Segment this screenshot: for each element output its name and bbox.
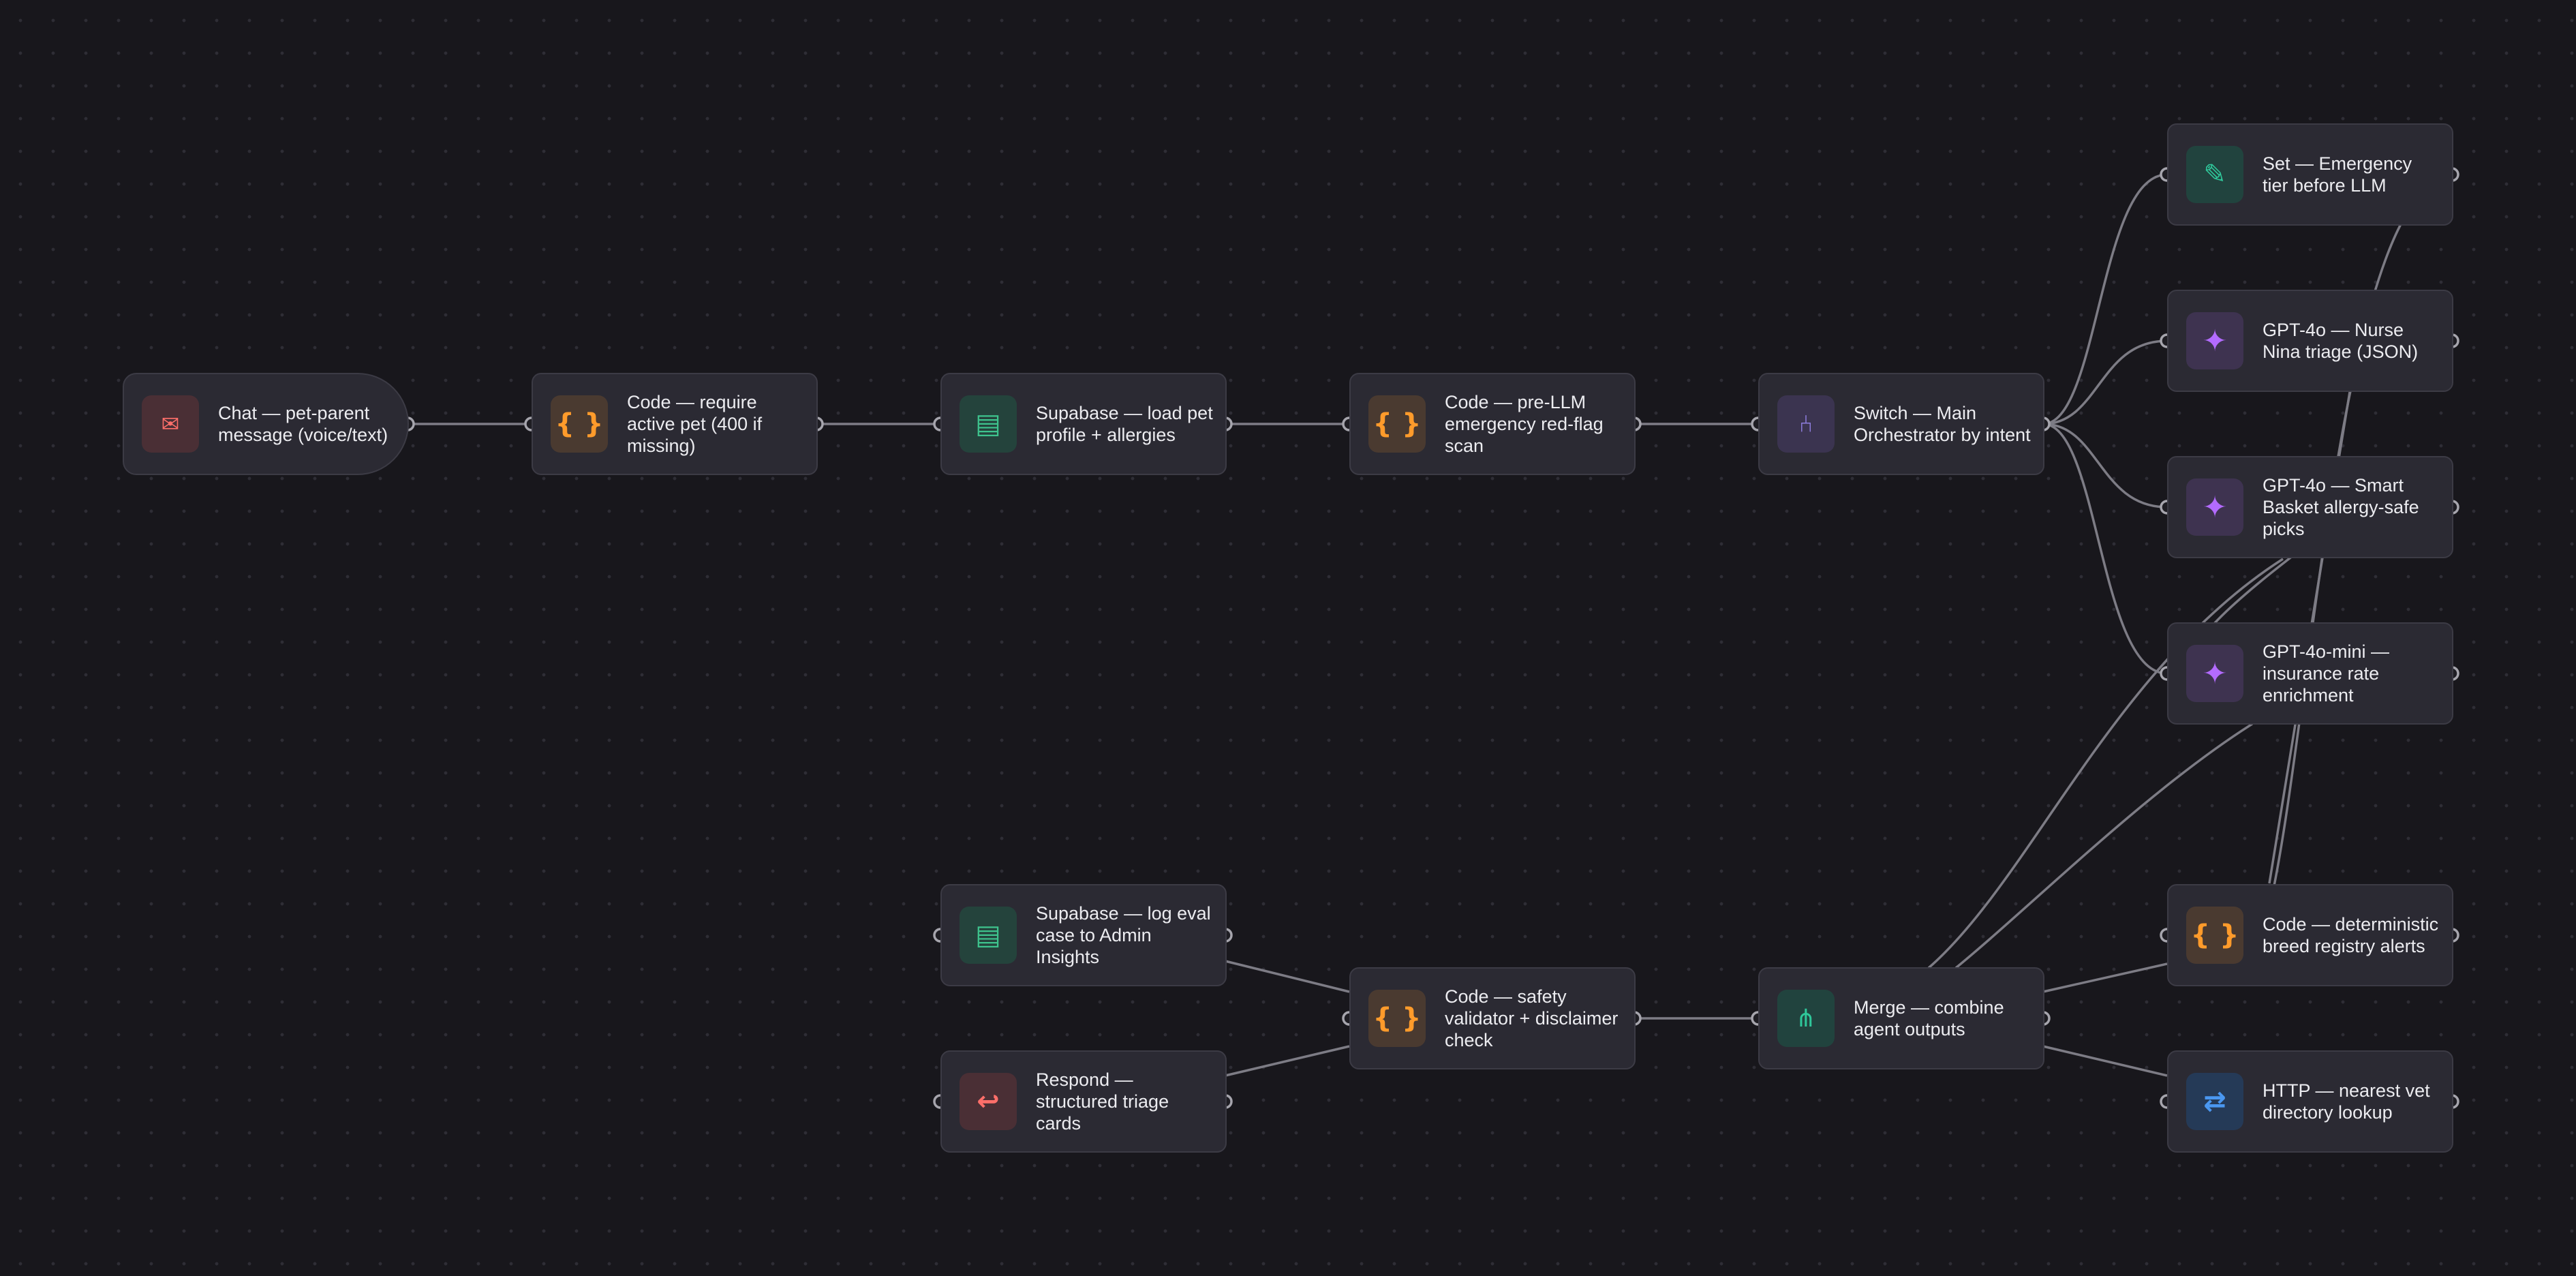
edge-log-eval-to-validator: [1225, 960, 1350, 993]
return-arrow-icon: ↩: [960, 1073, 1017, 1130]
pencil-icon: ✎: [2186, 146, 2243, 203]
sparkle-icon: ✦: [2186, 645, 2243, 702]
merge-icon: ⋔: [1777, 990, 1835, 1047]
node-label: Chat — pet-parent message (voice/text): [218, 403, 388, 445]
node-switch-orchestrator[interactable]: ⑃ Switch — Main Orchestrator by intent: [1758, 373, 2044, 475]
code-braces-icon: { }: [1368, 395, 1426, 453]
node-label: Set — Emergency tier before LLM: [2263, 153, 2412, 196]
node-label: HTTP — nearest vet directory lookup: [2263, 1080, 2430, 1123]
node-gpt4o-mini-insurance[interactable]: ✦ GPT-4o-mini — insurance rate enrichmen…: [2167, 622, 2453, 725]
node-label: Switch — Main Orchestrator by intent: [1854, 403, 2031, 445]
database-table-icon: ▤: [960, 395, 1017, 453]
node-set-emergency-tier[interactable]: ✎ Set — Emergency tier before LLM: [2167, 123, 2453, 226]
code-braces-icon: { }: [2186, 907, 2243, 964]
envelope-icon: ✉: [142, 395, 199, 453]
swap-arrows-icon: ⇄: [2186, 1073, 2243, 1130]
fork-icon: ⑃: [1777, 395, 1835, 453]
node-label: GPT-4o — Smart Basket allergy-safe picks: [2263, 475, 2419, 539]
node-merge-outputs[interactable]: ⋔ Merge — combine agent outputs: [1758, 967, 2044, 1069]
sparkle-icon: ✦: [2186, 312, 2243, 369]
edge-breed-to-merge: [2042, 962, 2168, 993]
node-label: Code — require active pet (400 if missin…: [627, 392, 763, 456]
node-respond-triage-cards[interactable]: ↩ Respond — structured triage cards: [940, 1050, 1227, 1153]
node-label: Code — pre-LLM emergency red-flag scan: [1445, 392, 1604, 456]
code-braces-icon: { }: [551, 395, 608, 453]
node-gpt4o-nurse-nina[interactable]: ✦ GPT-4o — Nurse Nina triage (JSON): [2167, 290, 2453, 392]
node-label: Supabase — load pet profile + allergies: [1036, 403, 1213, 445]
edge-switch-to-set-tier: [2042, 173, 2168, 425]
code-braces-icon: { }: [1368, 990, 1426, 1047]
node-http-vet-lookup[interactable]: ⇄ HTTP — nearest vet directory lookup: [2167, 1050, 2453, 1153]
node-gpt4o-smart-basket[interactable]: ✦ GPT-4o — Smart Basket allergy-safe pic…: [2167, 456, 2453, 558]
node-label: Merge — combine agent outputs: [1854, 997, 2004, 1039]
node-code-safety-validator[interactable]: { } Code — safety validator + disclaimer…: [1349, 967, 1636, 1069]
sparkle-icon: ✦: [2186, 478, 2243, 536]
edge-switch-to-gpt-mini: [2042, 423, 2168, 675]
node-code-require-pet[interactable]: { } Code — require active pet (400 if mi…: [532, 373, 818, 475]
node-label: GPT-4o — Nurse Nina triage (JSON): [2263, 320, 2419, 362]
node-code-red-flag-scan[interactable]: { } Code — pre-LLM emergency red-flag sc…: [1349, 373, 1636, 475]
database-table-icon: ▤: [960, 907, 1017, 964]
node-label: Code — safety validator + disclaimer che…: [1445, 986, 1619, 1050]
node-chat-trigger[interactable]: ✉ Chat — pet-parent message (voice/text): [123, 373, 409, 475]
workflow-canvas[interactable]: ✉ Chat — pet-parent message (voice/text)…: [0, 0, 2576, 1276]
node-label: Supabase — log eval case to Admin Insigh…: [1036, 903, 1211, 967]
edge-respond-to-validator: [1225, 1045, 1350, 1077]
node-code-breed-alerts[interactable]: { } Code — deterministic breed registry …: [2167, 884, 2453, 986]
edge-http-vet-to-merge: [2042, 1045, 2168, 1077]
node-supabase-load-profile[interactable]: ▤ Supabase — load pet profile + allergie…: [940, 373, 1227, 475]
node-label: Respond — structured triage cards: [1036, 1069, 1169, 1134]
node-label: GPT-4o-mini — insurance rate enrichment: [2263, 641, 2390, 705]
node-label: Code — deterministic breed registry aler…: [2263, 914, 2439, 956]
node-supabase-log-eval[interactable]: ▤ Supabase — log eval case to Admin Insi…: [940, 884, 1227, 986]
